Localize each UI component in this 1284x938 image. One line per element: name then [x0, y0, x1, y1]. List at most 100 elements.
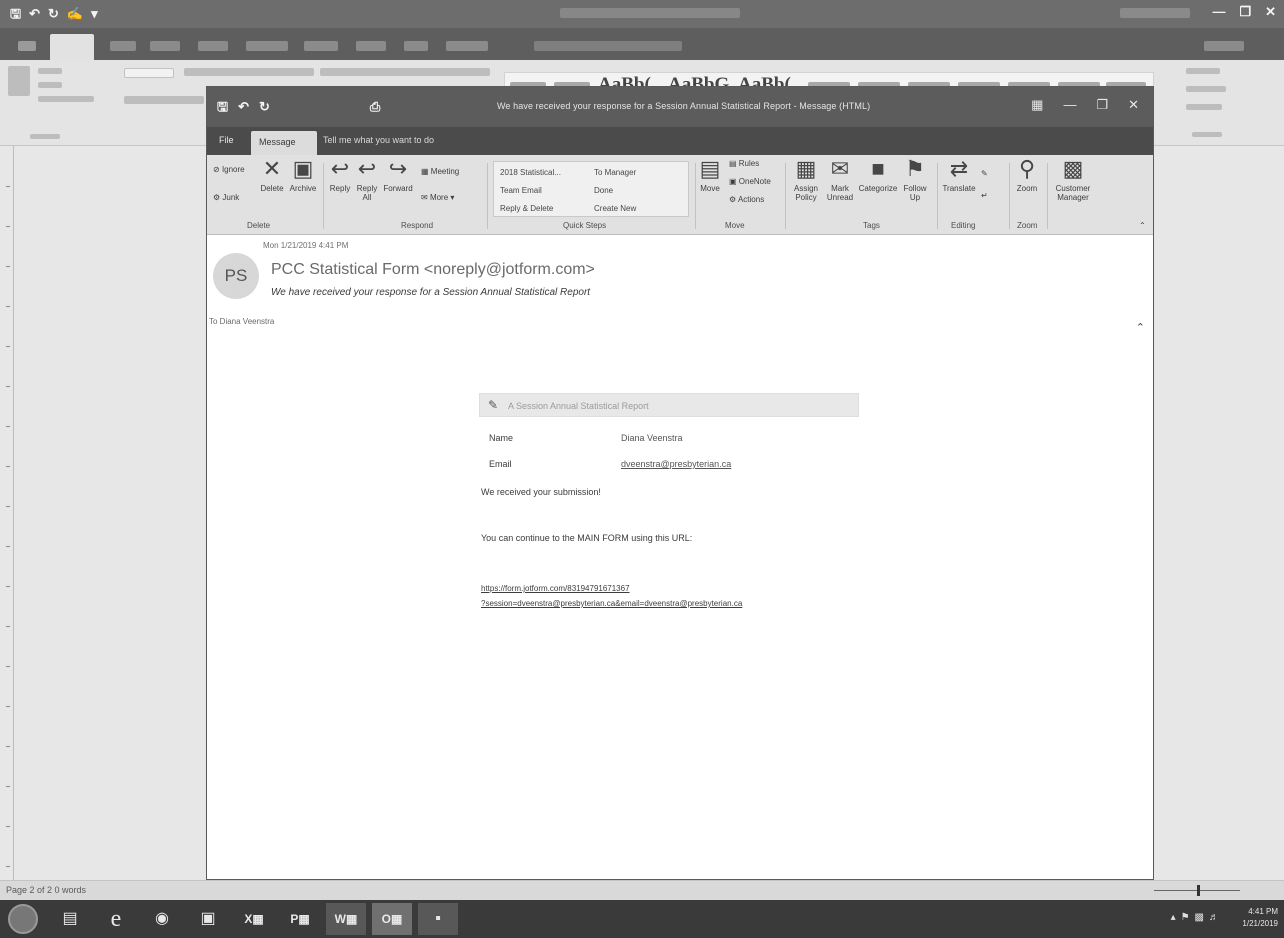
word-page-count[interactable]: Page 2 of 2 0 words	[6, 885, 86, 895]
tell-me-box[interactable]: Tell me what you want to do	[323, 135, 434, 145]
onenote-button[interactable]: ▣ OneNote	[729, 177, 771, 186]
more-respond-button[interactable]: ✉ More ▾	[421, 193, 454, 202]
tab-file[interactable]: File	[219, 135, 234, 145]
word-icon[interactable]: W▦	[326, 903, 366, 935]
word-tab-mailings[interactable]	[304, 41, 338, 51]
delete-button[interactable]: ✕ Delete	[259, 157, 285, 194]
forward-button[interactable]: ↪ Forward	[381, 157, 415, 194]
delete-group-label: Delete	[247, 221, 271, 230]
message-window-controls: ▦ — ❐ ✕	[1031, 97, 1139, 113]
message-sender[interactable]: PCC Statistical Form <noreply@jotform.co…	[271, 261, 595, 279]
archive-button[interactable]: ▣ Archive	[287, 156, 319, 194]
archive-icon: ▣	[292, 156, 314, 181]
word-tab-review[interactable]	[356, 41, 386, 51]
zoom-slider-thumb[interactable]	[1197, 885, 1200, 896]
main-form-link[interactable]: https://form.jotform.com/83194791671367	[481, 584, 630, 593]
avatar[interactable]: PS	[213, 253, 259, 299]
move-button[interactable]: ▤ Move	[697, 157, 723, 194]
message-recipient[interactable]: To Diana Veenstra	[209, 317, 274, 326]
undo-icon[interactable]: ↶	[29, 6, 40, 21]
word-tab-layout[interactable]	[198, 41, 228, 51]
customer-manager-button[interactable]: ▩ Customer Manager	[1051, 157, 1095, 203]
outlook-icon[interactable]: O▦	[372, 903, 412, 935]
reply-all-button[interactable]: ↩ Reply All	[353, 157, 381, 203]
font-name-box[interactable]	[124, 68, 174, 78]
mark-unread-button[interactable]: ✉ Mark Unread	[823, 157, 857, 203]
quick-step-statistical[interactable]: 2018 Statistical...	[500, 168, 561, 177]
font-style-toolbar[interactable]	[124, 96, 204, 104]
ie-icon[interactable]: e	[96, 903, 136, 935]
word-tab-addin[interactable]	[446, 41, 488, 51]
save-icon[interactable]: 🖫	[10, 6, 21, 21]
word-tab-design[interactable]	[150, 41, 180, 51]
reply-button[interactable]: ↩ Reply	[327, 157, 353, 194]
redo-icon[interactable]: ↻	[48, 6, 59, 21]
actions-button[interactable]: ⚙ Actions	[729, 195, 764, 204]
word-tab-view[interactable]	[404, 41, 428, 51]
undo-icon[interactable]: ↶	[238, 99, 249, 114]
clock[interactable]: 4:41 PM 1/21/2019	[1242, 906, 1278, 930]
editing-group-label: Editing	[951, 221, 976, 230]
chrome-icon[interactable]: ◉	[142, 903, 182, 935]
word-right-margin	[1152, 146, 1284, 880]
save-icon[interactable]: 🖫	[217, 99, 228, 114]
maximize-icon[interactable]: ❐	[1239, 4, 1251, 19]
app2-icon[interactable]: ▪	[418, 903, 458, 935]
quick-step-to-manager[interactable]: To Manager	[594, 168, 636, 177]
project-icon[interactable]: P▦	[280, 903, 320, 935]
email-value[interactable]: dveenstra@presbyterian.ca	[621, 459, 731, 469]
paste-button[interactable]	[8, 66, 30, 96]
select-button[interactable]	[1186, 104, 1222, 110]
format-painter-button[interactable]	[38, 96, 94, 102]
quick-step-create-new[interactable]: Create New	[594, 204, 636, 213]
close-icon[interactable]: ✕	[1128, 97, 1139, 113]
quick-steps-gallery: 2018 Statistical... To Manager Team Emai…	[493, 161, 689, 217]
cut-button[interactable]	[38, 68, 62, 74]
word-tab-home[interactable]	[50, 34, 94, 60]
quick-step-team-email[interactable]: Team Email	[500, 186, 542, 195]
quick-step-done[interactable]: Done	[594, 186, 613, 195]
start-icon[interactable]	[8, 904, 38, 934]
collapse-header-icon[interactable]: ⌃	[1136, 321, 1145, 334]
assign-policy-button[interactable]: ▦ Assign Policy	[789, 157, 823, 203]
maximize-icon[interactable]: ❐	[1096, 97, 1108, 113]
system-tray[interactable]: ▴⚑▩♬	[1171, 912, 1224, 923]
excel-icon[interactable]: X▦	[234, 903, 274, 935]
app-icon[interactable]: ▣	[188, 903, 228, 935]
translate-button[interactable]: ⇄ Translate	[939, 157, 979, 194]
word-tab-insert[interactable]	[110, 41, 136, 51]
ribbon-display-icon[interactable]: ▦	[1031, 97, 1043, 113]
find-button[interactable]	[1186, 68, 1220, 74]
replace-button[interactable]	[1186, 86, 1226, 92]
select-icon[interactable]: ↵	[981, 191, 988, 200]
find-icon[interactable]: ✎	[981, 169, 988, 178]
paragraph-toolbar[interactable]	[320, 68, 490, 76]
junk-button[interactable]: ⚙ Junk	[213, 193, 239, 202]
copy-button[interactable]	[38, 82, 62, 88]
word-quick-access-toolbar: 🖫 ↶ ↻ ✍ ▾	[10, 6, 98, 21]
print-icon[interactable]: ⎙	[370, 99, 380, 114]
meeting-button[interactable]: ▦ Meeting	[421, 167, 459, 176]
minimize-icon[interactable]: —	[1212, 4, 1225, 19]
ignore-button[interactable]: ⊘ Ignore	[213, 165, 245, 174]
rules-button[interactable]: ▤ Rules	[729, 159, 759, 168]
tab-message[interactable]: Message	[251, 131, 317, 155]
redo-icon[interactable]: ↻	[259, 99, 270, 114]
collapse-ribbon-icon[interactable]: ⌃	[1139, 221, 1146, 230]
close-icon[interactable]: ✕	[1265, 4, 1276, 19]
word-tell-me-box[interactable]	[534, 41, 682, 51]
zoom-button[interactable]: ⚲ Zoom	[1013, 157, 1041, 194]
font-format-toolbar[interactable]	[184, 68, 314, 76]
minimize-icon[interactable]: —	[1063, 97, 1076, 113]
word-user-name[interactable]	[1120, 8, 1190, 18]
quick-step-reply-delete[interactable]: Reply & Delete	[500, 204, 553, 213]
word-tab-references[interactable]	[246, 41, 288, 51]
customize-icon[interactable]: ▾	[91, 6, 98, 21]
word-tab-file[interactable]	[18, 41, 36, 51]
touch-mode-icon[interactable]: ✍	[67, 6, 83, 21]
word-share-button[interactable]	[1204, 41, 1244, 51]
follow-up-button[interactable]: ⚑ Follow Up	[899, 157, 931, 203]
main-form-link-query[interactable]: ?session=dveenstra@presbyterian.ca&email…	[481, 599, 742, 608]
categorize-button[interactable]: ■ Categorize	[857, 157, 899, 194]
explorer-icon[interactable]: ▤	[50, 903, 90, 935]
